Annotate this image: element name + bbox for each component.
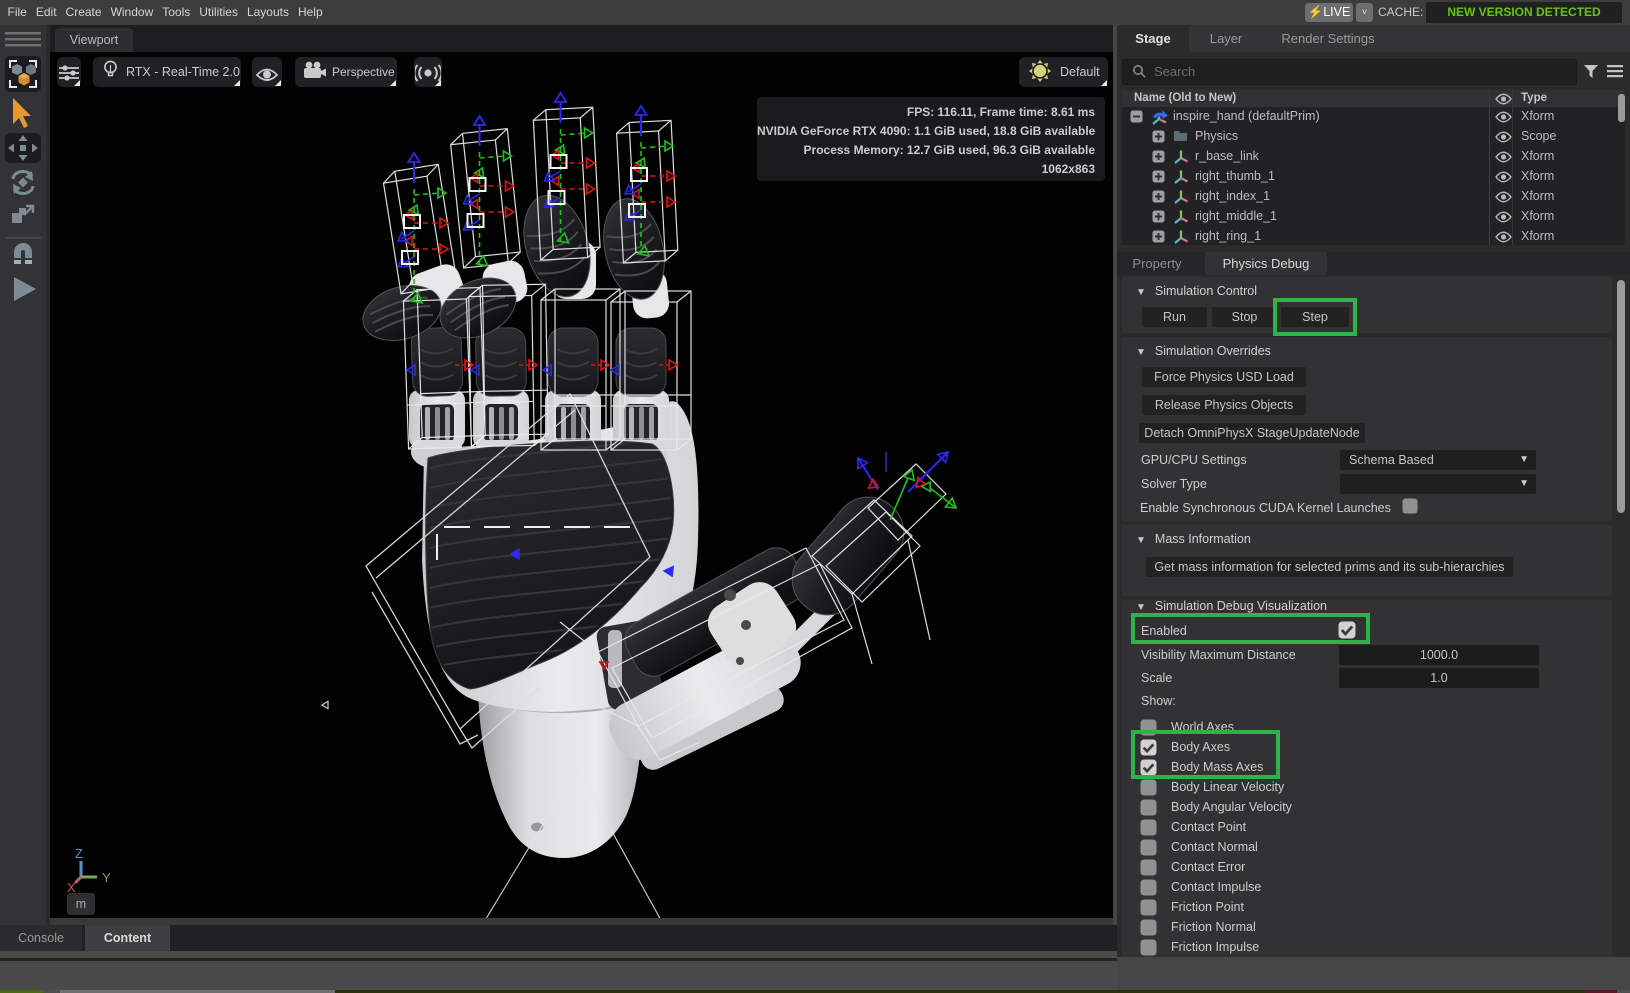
svg-text:Y: Y <box>102 870 111 885</box>
svg-text:Z: Z <box>75 846 83 861</box>
